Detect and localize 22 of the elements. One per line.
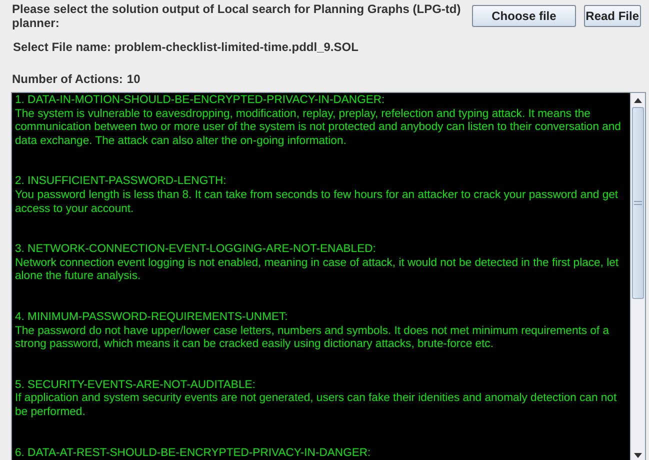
scroll-up-icon[interactable] [634,98,642,102]
action-description: If application and system security events are not generated, users can fake their idenities and anomaly detection can not be performed. [15,392,618,420]
actions-count: 10 [126,72,140,88]
action-title: 3. NETWORK-CONNECTION-EVENT-LOGGING-ARE-NOT-ENABLED: [15,243,377,257]
action-description: You password length is less than 8. It can take from seconds to few hours for an attacker to crack your password and get access to your account. [15,188,620,216]
action-description: The password do not have upper/lower case letters, numbers and symbols. It does not met minimum requirements of a strong password, which means it can be cracked easily using dictionary attacks, brute-force etc. [15,324,610,352]
scroll-down-icon[interactable] [634,452,642,458]
file-name-label: Select File name: problem-checklist-limited-time.pddl_9.SOL [13,40,358,54]
scroll-thumb[interactable] [632,107,644,299]
read-file-button[interactable]: Read File [584,5,641,27]
actions-label: Number of Actions: [12,72,123,88]
output-text-area[interactable] [12,93,630,460]
choose-file-button[interactable]: Choose file [472,5,576,27]
action-title: 5. SECURITY-EVENTS-ARE-NOT-AUDITABLE: [15,378,256,392]
action-description: Network connection event logging is not enabled, meaning in case of attack, it would not be detected in the first place, let alone the future analysis. [15,256,620,284]
action-description: The system is vulnerable to eavesdropping, modification, replay, preplay, refelection and typing attack. It means the communication between two or more user of the system is not protected and anybody can listen to their conversation and data exchange. The attack can also alter the on-going information. [15,108,622,148]
action-title: 6. DATA-AT-REST-SHOULD-BE-ENCRYPTED-PRIVACY-IN-DANGER: [15,446,372,460]
action-title: 4. MINIMUM-PASSWORD-REQUIREMENTS-UNMET: [15,310,289,325]
scrollbar[interactable] [630,93,645,460]
prompt-label: Please select the solution output of Local search for Planning Graphs (LPG-td) planner: [12,2,462,30]
action-title: 2. INSUFFICIENT-PASSWORD-LENGTH: [15,175,228,189]
action-title: 1. DATA-IN-MOTION-SHOULD-BE-ENCRYPTED-PRIVACY-IN-DANGER: [15,94,386,108]
